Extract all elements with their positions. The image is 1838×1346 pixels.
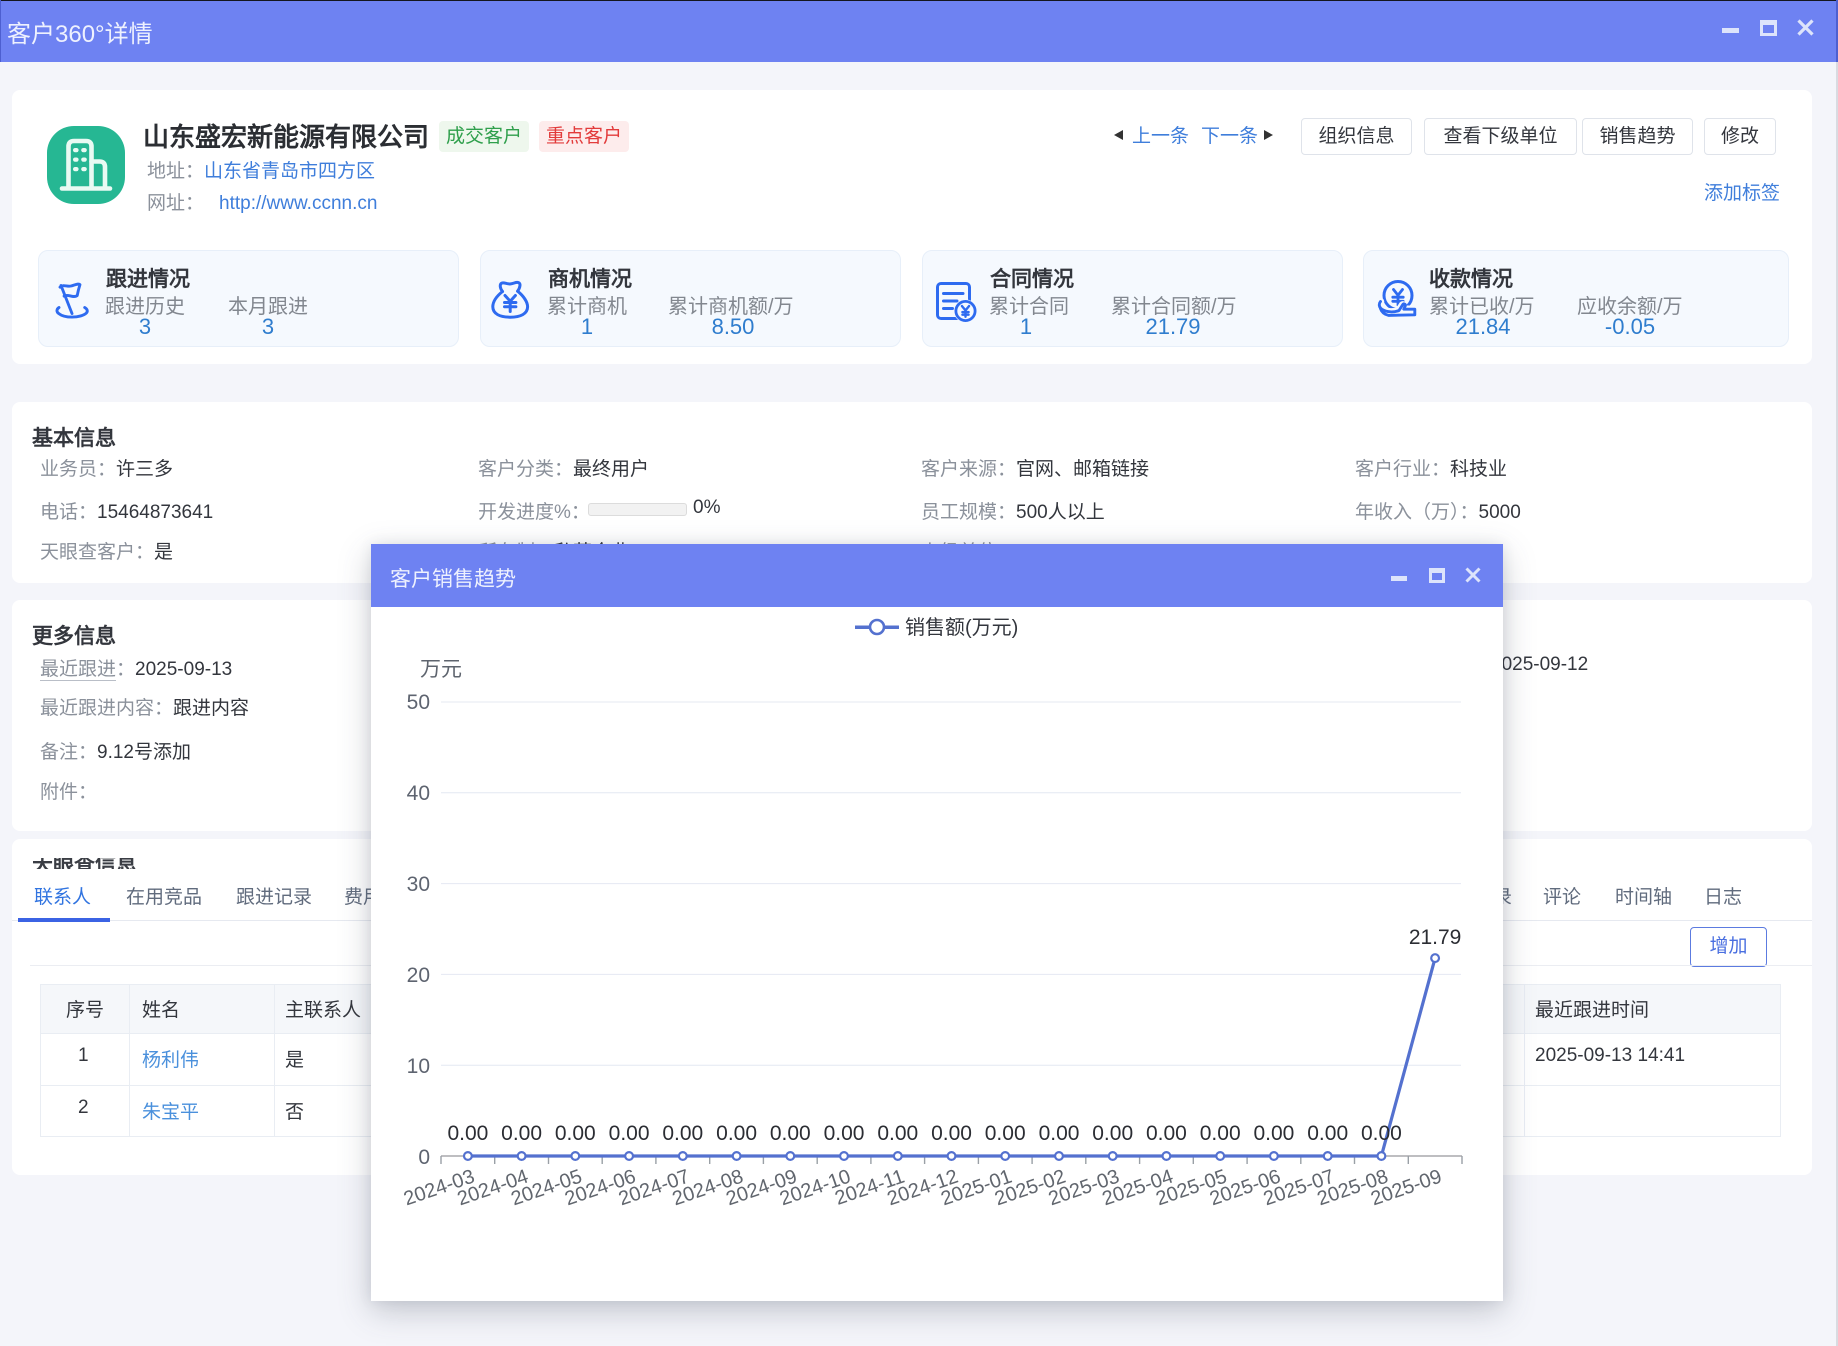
svg-text:0.00: 0.00 <box>1092 1122 1133 1145</box>
svg-text:0.00: 0.00 <box>447 1122 488 1145</box>
svg-text:0.00: 0.00 <box>555 1122 596 1145</box>
svg-text:0.00: 0.00 <box>824 1122 865 1145</box>
svg-text:0.00: 0.00 <box>1146 1122 1187 1145</box>
svg-text:50: 50 <box>407 691 430 714</box>
svg-text:0.00: 0.00 <box>1039 1122 1080 1145</box>
svg-text:0.00: 0.00 <box>1307 1122 1348 1145</box>
svg-text:0.00: 0.00 <box>1253 1122 1294 1145</box>
svg-text:0.00: 0.00 <box>985 1122 1026 1145</box>
svg-text:21.79: 21.79 <box>1409 926 1462 949</box>
svg-text:万元: 万元 <box>420 658 462 681</box>
svg-text:0.00: 0.00 <box>1361 1122 1402 1145</box>
svg-text:0.00: 0.00 <box>716 1122 757 1145</box>
svg-text:销售额(万元): 销售额(万元) <box>905 616 1018 639</box>
svg-text:0.00: 0.00 <box>877 1122 918 1145</box>
svg-text:10: 10 <box>407 1055 430 1078</box>
svg-text:0.00: 0.00 <box>931 1122 972 1145</box>
svg-text:0.00: 0.00 <box>609 1122 650 1145</box>
svg-text:20: 20 <box>407 964 430 987</box>
svg-text:0.00: 0.00 <box>662 1122 703 1145</box>
svg-text:40: 40 <box>407 782 430 805</box>
svg-text:0: 0 <box>418 1146 430 1169</box>
svg-text:0.00: 0.00 <box>770 1122 811 1145</box>
svg-text:0.00: 0.00 <box>501 1122 542 1145</box>
svg-text:30: 30 <box>407 873 430 896</box>
svg-text:0.00: 0.00 <box>1200 1122 1241 1145</box>
